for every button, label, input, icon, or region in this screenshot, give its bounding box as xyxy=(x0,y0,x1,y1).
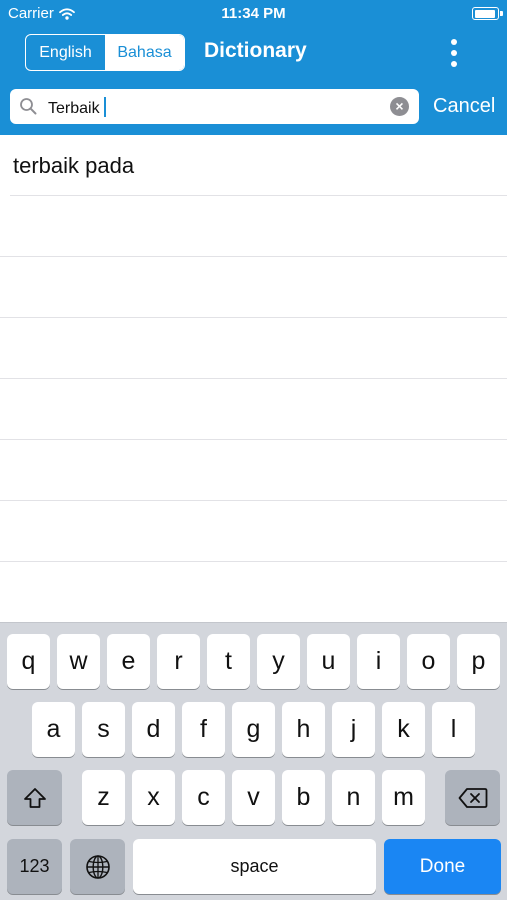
search-query: Terbaik xyxy=(48,100,100,117)
key-n[interactable]: n xyxy=(332,770,375,825)
page-title: Dictionary xyxy=(204,39,307,62)
key-w[interactable]: w xyxy=(57,634,100,689)
space-key[interactable]: space xyxy=(133,839,376,894)
search-field[interactable]: Terbaik × xyxy=(10,89,419,124)
navigation-header: Carrier 11:34 PM English Bahasa Dictiona… xyxy=(0,0,507,135)
key-l[interactable]: l xyxy=(432,702,475,757)
result-text: terbaik pada xyxy=(13,153,135,178)
status-bar: Carrier 11:34 PM xyxy=(0,0,507,28)
battery-icon xyxy=(472,7,503,20)
key-k[interactable]: k xyxy=(382,702,425,757)
segment-english[interactable]: English xyxy=(26,35,105,70)
done-button[interactable]: Done xyxy=(384,839,501,894)
key-j[interactable]: j xyxy=(332,702,375,757)
row-divider xyxy=(0,561,507,562)
search-icon xyxy=(20,98,37,115)
text-cursor xyxy=(103,97,106,117)
status-time: 11:34 PM xyxy=(221,5,286,22)
globe-icon[interactable] xyxy=(70,839,125,894)
key-c[interactable]: c xyxy=(182,770,225,825)
clear-icon[interactable]: × xyxy=(390,97,409,116)
key-g[interactable]: g xyxy=(232,702,275,757)
segment-bahasa[interactable]: Bahasa xyxy=(105,35,184,70)
more-vertical-icon[interactable] xyxy=(438,36,470,70)
key-q[interactable]: q xyxy=(7,634,50,689)
key-d[interactable]: d xyxy=(132,702,175,757)
key-o[interactable]: o xyxy=(407,634,450,689)
language-segmented-control: English Bahasa xyxy=(25,34,185,71)
key-e[interactable]: e xyxy=(107,634,150,689)
battery-fill xyxy=(474,9,495,18)
key-f[interactable]: f xyxy=(182,702,225,757)
empty-row xyxy=(0,257,507,318)
key-h[interactable]: h xyxy=(282,702,325,757)
key-i[interactable]: i xyxy=(357,634,400,689)
list-item[interactable]: terbaik pada xyxy=(0,135,507,196)
search-input[interactable]: Terbaik xyxy=(48,97,106,118)
key-u[interactable]: u xyxy=(307,634,350,689)
key-p[interactable]: p xyxy=(457,634,500,689)
key-y[interactable]: y xyxy=(257,634,300,689)
results-list: terbaik pada xyxy=(0,135,507,622)
empty-row xyxy=(0,318,507,379)
empty-row xyxy=(0,440,507,501)
key-t[interactable]: t xyxy=(207,634,250,689)
keyboard: q w e r t y u i o p a s d f g h j k l z … xyxy=(0,622,507,900)
key-x[interactable]: x xyxy=(132,770,175,825)
empty-row xyxy=(0,196,507,257)
backspace-icon[interactable] xyxy=(445,770,500,825)
empty-row xyxy=(0,501,507,562)
cancel-button[interactable]: Cancel xyxy=(433,95,495,118)
key-v[interactable]: v xyxy=(232,770,275,825)
key-s[interactable]: s xyxy=(82,702,125,757)
empty-row xyxy=(0,379,507,440)
numbers-key[interactable]: 123 xyxy=(7,839,62,894)
key-r[interactable]: r xyxy=(157,634,200,689)
key-b[interactable]: b xyxy=(282,770,325,825)
key-a[interactable]: a xyxy=(32,702,75,757)
key-z[interactable]: z xyxy=(82,770,125,825)
shift-icon[interactable] xyxy=(7,770,62,825)
key-m[interactable]: m xyxy=(382,770,425,825)
